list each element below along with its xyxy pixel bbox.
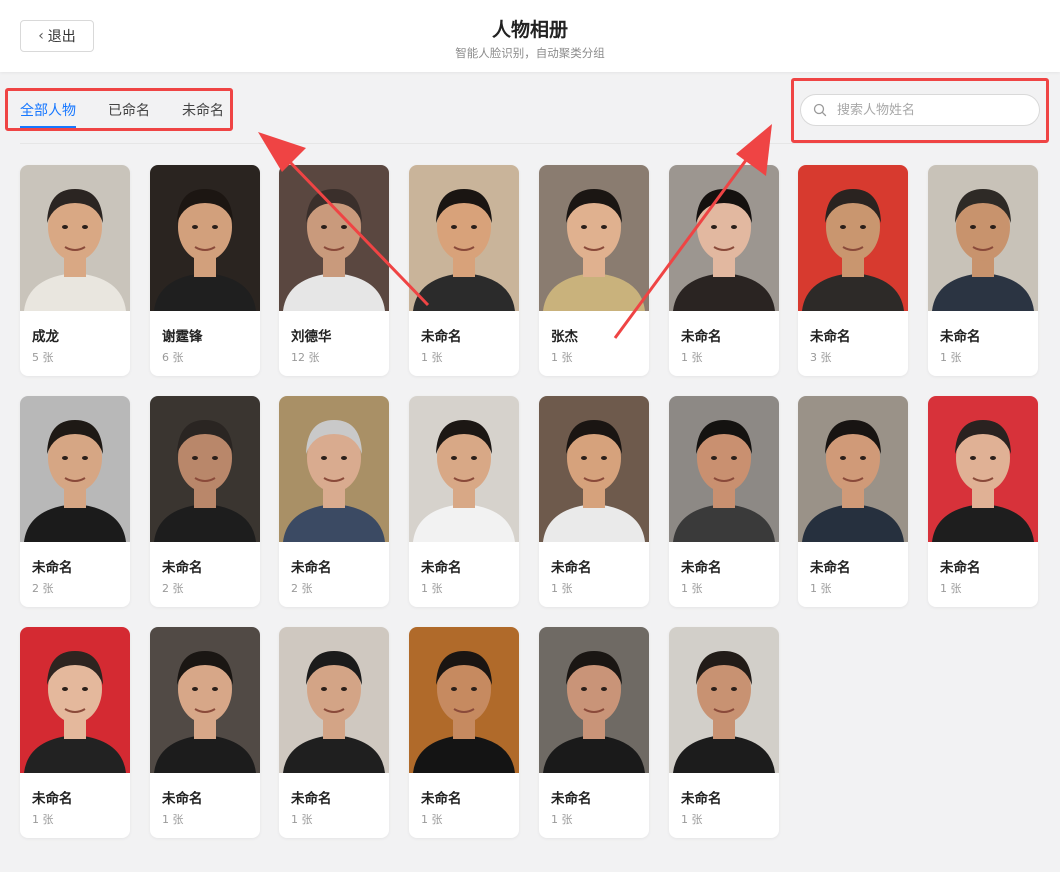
photo-count: 1 张 [940, 582, 962, 595]
person-photo [539, 396, 649, 542]
person-name: 刘德华 [291, 329, 332, 345]
photo-count: 1 张 [32, 813, 54, 826]
person-photo [20, 627, 130, 773]
person-name: 张杰 [551, 329, 578, 345]
person-name: 未命名 [940, 560, 981, 576]
person-name: 未命名 [162, 791, 203, 807]
person-card[interactable]: 未命名 1 张 [279, 627, 389, 838]
photo-count: 1 张 [551, 582, 573, 595]
search-highlight-box [791, 78, 1049, 143]
person-card[interactable]: 未命名 1 张 [669, 627, 779, 838]
person-card[interactable]: 谢霆锋 6 张 [150, 165, 260, 376]
person-card[interactable]: 未命名 1 张 [669, 396, 779, 607]
person-card[interactable]: 未命名 2 张 [20, 396, 130, 607]
person-photo [409, 627, 519, 773]
photo-count: 1 张 [291, 813, 313, 826]
person-name: 未命名 [681, 329, 722, 345]
photo-count: 6 张 [162, 351, 184, 364]
page-title: 人物相册 [491, 19, 568, 41]
photo-count: 1 张 [810, 582, 832, 595]
person-card[interactable]: 未命名 1 张 [409, 396, 519, 607]
photo-count: 3 张 [810, 351, 832, 364]
person-card[interactable]: 张杰 1 张 [539, 165, 649, 376]
person-name: 未命名 [551, 560, 592, 576]
photo-count: 1 张 [681, 813, 703, 826]
photo-count: 1 张 [551, 813, 573, 826]
top-bar: ‹ 退出 人物相册 智能人脸识别，自动聚类分组 [0, 0, 1060, 72]
person-photo [150, 165, 260, 311]
photo-count: 12 张 [291, 351, 320, 364]
person-photo [20, 396, 130, 542]
person-name: 未命名 [291, 791, 332, 807]
person-photo [150, 396, 260, 542]
person-name: 未命名 [810, 329, 851, 345]
person-name: 未命名 [32, 560, 73, 576]
person-photo [20, 165, 130, 311]
person-photo [669, 165, 779, 311]
person-card[interactable]: 未命名 1 张 [539, 396, 649, 607]
person-photo [539, 627, 649, 773]
person-photo [409, 165, 519, 311]
person-card[interactable]: 未命名 1 张 [409, 165, 519, 376]
photo-count: 1 张 [162, 813, 184, 826]
person-card[interactable]: 未命名 1 张 [928, 165, 1038, 376]
photo-count: 1 张 [421, 582, 443, 595]
person-name: 未命名 [940, 329, 981, 345]
person-name: 未命名 [421, 560, 462, 576]
page-subtitle: 智能人脸识别，自动聚类分组 [455, 46, 605, 60]
person-name: 未命名 [421, 329, 462, 345]
photo-count: 1 张 [421, 351, 443, 364]
person-photo [928, 396, 1038, 542]
person-card[interactable]: 成龙 5 张 [20, 165, 130, 376]
person-card[interactable]: 刘德华 12 张 [279, 165, 389, 376]
tabs-highlight-box [5, 88, 233, 131]
person-photo [409, 396, 519, 542]
person-name: 未命名 [291, 560, 332, 576]
photo-count: 1 张 [940, 351, 962, 364]
divider [20, 143, 1040, 144]
person-photo [669, 627, 779, 773]
person-name: 未命名 [162, 560, 203, 576]
person-photo [798, 165, 908, 311]
photo-count: 1 张 [681, 351, 703, 364]
person-name: 未命名 [32, 791, 73, 807]
person-name: 未命名 [810, 560, 851, 576]
person-card[interactable]: 未命名 1 张 [409, 627, 519, 838]
person-card[interactable]: 未命名 1 张 [669, 165, 779, 376]
person-name: 未命名 [681, 791, 722, 807]
person-card[interactable]: 未命名 1 张 [20, 627, 130, 838]
person-card[interactable]: 未命名 3 张 [798, 165, 908, 376]
person-card[interactable]: 未命名 2 张 [150, 396, 260, 607]
photo-count: 1 张 [681, 582, 703, 595]
person-photo [669, 396, 779, 542]
photo-count: 2 张 [32, 582, 54, 595]
person-name: 未命名 [421, 791, 462, 807]
photo-count: 2 张 [162, 582, 184, 595]
person-photo [279, 165, 389, 311]
person-photo [279, 396, 389, 542]
person-photo [928, 165, 1038, 311]
photo-count: 1 张 [421, 813, 443, 826]
person-photo [539, 165, 649, 311]
person-card[interactable]: 未命名 1 张 [798, 396, 908, 607]
photo-count: 1 张 [551, 351, 573, 364]
person-card[interactable]: 未命名 1 张 [539, 627, 649, 838]
person-photo [798, 396, 908, 542]
photo-count: 5 张 [32, 351, 54, 364]
person-photo [279, 627, 389, 773]
photo-count: 2 张 [291, 582, 313, 595]
person-name: 未命名 [551, 791, 592, 807]
person-name: 成龙 [32, 329, 59, 345]
person-card[interactable]: 未命名 2 张 [279, 396, 389, 607]
person-card[interactable]: 未命名 1 张 [928, 396, 1038, 607]
person-photo [150, 627, 260, 773]
person-name: 谢霆锋 [162, 329, 203, 345]
person-card[interactable]: 未命名 1 张 [150, 627, 260, 838]
person-name: 未命名 [681, 560, 722, 576]
